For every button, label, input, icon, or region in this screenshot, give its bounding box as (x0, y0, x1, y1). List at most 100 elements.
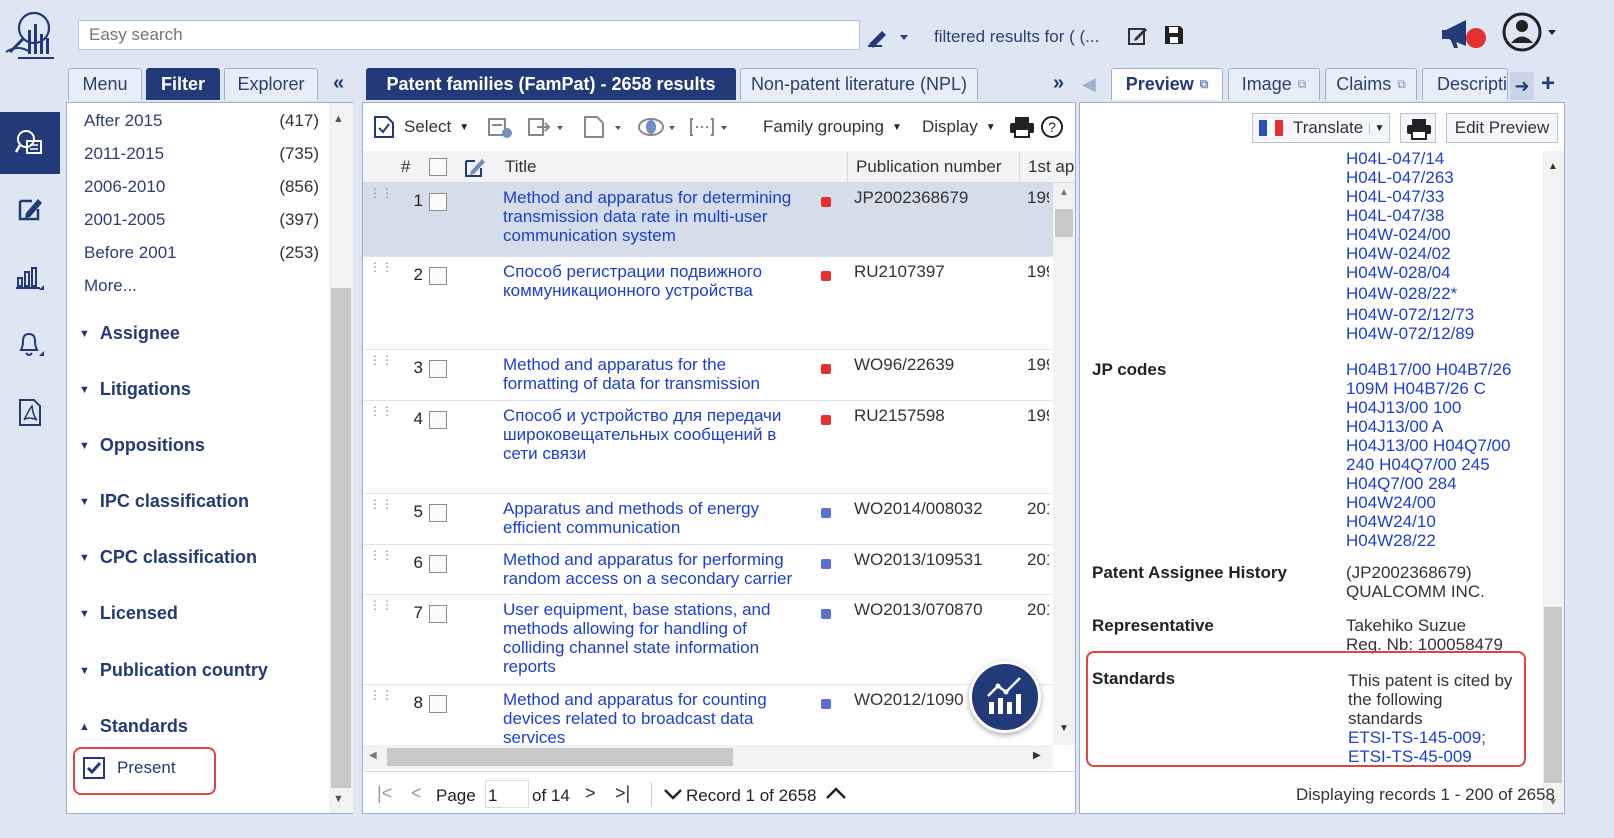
table-row[interactable]: ⋮⋮ 3 Method and apparatus for the formatti… (363, 350, 1053, 401)
filter-section-litigations[interactable]: ▼ Litigations (79, 379, 191, 400)
drag-handle-icon[interactable]: ⋮⋮ (369, 261, 393, 281)
help-icon[interactable]: ? (1040, 115, 1064, 139)
tab-filter[interactable]: Filter (146, 68, 220, 100)
drag-handle-icon[interactable]: ⋮⋮ (369, 689, 393, 709)
first-page-icon[interactable]: |< (377, 783, 392, 804)
filter-year-2001-2005[interactable]: 2001-2005 (397) (84, 210, 319, 230)
last-page-icon[interactable]: >| (615, 783, 630, 804)
highlighter-icon[interactable] (866, 26, 916, 48)
jp-code-link[interactable]: 109M H04B7/26 C (1346, 379, 1486, 398)
jp-code-link[interactable]: H04W28/22 (1346, 531, 1436, 550)
scroll-up-icon[interactable]: ▲ (333, 113, 344, 125)
row-checkbox[interactable] (429, 605, 447, 623)
tab-claims[interactable]: Claims ⧉ (1325, 68, 1417, 100)
tab-preview[interactable]: Preview ⧉ (1111, 68, 1223, 100)
display-dropdown[interactable]: Display ▼ (922, 117, 996, 137)
ipc-code-link[interactable]: H04W-072/12/73 (1346, 305, 1474, 324)
col-title-header[interactable]: Title (505, 157, 537, 177)
save-icon[interactable] (1163, 24, 1185, 46)
filter-year-before-2001[interactable]: Before 2001 (253) (84, 243, 319, 263)
chevron-down-icon[interactable]: ▼ (1369, 122, 1389, 134)
scroll-right-icon[interactable]: ▶ (1033, 750, 1041, 761)
collapse-left-icon[interactable]: « (333, 72, 344, 95)
family-grouping-dropdown[interactable]: Family grouping ▼ (763, 117, 902, 137)
table-row[interactable]: ⋮⋮ 1 Method and apparatus for determining … (363, 183, 1053, 257)
tab-fampat[interactable]: Patent families (FamPat) - 2658 results (366, 68, 736, 100)
add-to-folder-icon[interactable] (487, 115, 515, 139)
table-row[interactable]: ⋮⋮ 8 Method and apparatus for counting dev… (363, 685, 1053, 745)
jp-code-link[interactable]: H04J13/00 A (1346, 417, 1443, 436)
row-title-link[interactable]: Способ регистрации подвижного коммуникац… (503, 262, 803, 300)
filter-section-cpc[interactable]: ▼ CPC classification (79, 547, 257, 568)
table-row[interactable]: ⋮⋮ 6 Method and apparatus for performing r… (363, 545, 1053, 595)
ipc-code-link[interactable]: H04L-047/33 (1346, 187, 1444, 206)
row-title-link[interactable]: Method and apparatus for determining tra… (503, 188, 803, 245)
document-icon[interactable] (583, 115, 623, 139)
analytics-icon[interactable] (0, 246, 60, 308)
page-number-input[interactable]: 1 (485, 780, 529, 808)
ipc-code-link[interactable]: H04W-028/22* (1346, 284, 1457, 303)
ipc-code-link[interactable]: H04L-047/14 (1346, 151, 1444, 168)
row-checkbox[interactable] (429, 555, 447, 573)
table-row[interactable]: ⋮⋮ 4 Способ и устройство для передачи широ… (363, 401, 1053, 494)
pdf-export-icon[interactable] (0, 382, 60, 444)
next-record-icon[interactable] (663, 784, 683, 804)
scroll-up-icon[interactable]: ▲ (1548, 161, 1558, 172)
drag-handle-icon[interactable]: ⋮⋮ (369, 187, 393, 207)
results-vertical-scrollbar[interactable]: ▲ ▼ (1053, 183, 1075, 745)
app-logo-icon[interactable] (4, 8, 56, 62)
export-icon[interactable] (527, 115, 565, 139)
popout-icon[interactable]: ⧉ (1397, 77, 1406, 92)
tab-menu[interactable]: Menu (68, 68, 142, 100)
results-scroll-thumb[interactable] (1055, 209, 1073, 237)
jp-code-link[interactable]: H04W24/00 (1346, 493, 1436, 512)
filter-year-2011-2015[interactable]: 2011-2015 (735) (84, 144, 319, 164)
scroll-down-icon[interactable]: ▼ (1059, 723, 1069, 734)
toggle-view-icon[interactable] (637, 115, 677, 139)
row-title-link[interactable]: User equipment, base stations, and metho… (503, 600, 803, 676)
row-title-link[interactable]: Method and apparatus for counting device… (503, 690, 803, 745)
jp-code-link[interactable]: H04Q7/00 284 (1346, 474, 1457, 493)
jp-code-link[interactable]: 240 H04Q7/00 245 (1346, 455, 1490, 474)
row-checkbox[interactable] (429, 504, 447, 522)
filter-section-publication-country[interactable]: ▼ Publication country (79, 660, 268, 681)
col-pub-header[interactable]: Publication number (856, 157, 1002, 177)
preview-scrollbar[interactable]: ▲ ▼ (1542, 151, 1564, 813)
row-checkbox[interactable] (429, 267, 447, 285)
prev-record-icon[interactable] (825, 784, 847, 804)
search-input[interactable] (78, 20, 860, 50)
print-icon[interactable] (1009, 115, 1035, 139)
select-menu[interactable]: Select ▼ (373, 115, 469, 139)
analytics-fab-button[interactable] (969, 661, 1041, 733)
results-hscroll-thumb[interactable] (387, 748, 733, 766)
results-horizontal-scrollbar[interactable]: ◀ ▶ (363, 745, 1053, 769)
filter-section-licensed[interactable]: ▼ Licensed (79, 603, 178, 624)
scroll-up-icon[interactable]: ▲ (1059, 187, 1069, 198)
edit-query-icon[interactable] (1126, 24, 1150, 48)
expand-right-icon[interactable]: » (1053, 72, 1064, 95)
row-title-link[interactable]: Apparatus and methods of energy efficien… (503, 499, 803, 537)
row-checkbox[interactable] (429, 411, 447, 429)
tab-explorer[interactable]: Explorer (224, 68, 318, 100)
filter-year-after-2015[interactable]: After 2015 (417) (84, 111, 319, 131)
tab-image[interactable]: Image ⧉ (1228, 68, 1320, 100)
ipc-code-link[interactable]: H04L-047/38 (1346, 206, 1444, 225)
row-checkbox[interactable] (429, 695, 447, 713)
jp-code-link[interactable]: H04W24/10 (1346, 512, 1436, 531)
row-title-link[interactable]: Способ и устройство для передачи широков… (503, 406, 803, 463)
tab-npl[interactable]: Non-patent literature (NPL) (740, 68, 978, 100)
filter-section-standards[interactable]: ▲ Standards (79, 716, 188, 737)
preview-scroll-thumb[interactable] (1544, 607, 1562, 783)
next-tab-arrow-icon[interactable]: ➜ (1510, 72, 1534, 100)
prev-page-icon[interactable]: < (411, 783, 422, 804)
translate-button[interactable]: Translate ▼ (1252, 113, 1390, 143)
scroll-left-icon[interactable]: ◀ (369, 750, 377, 761)
row-checkbox[interactable] (429, 360, 447, 378)
scroll-down-icon[interactable]: ▼ (333, 793, 344, 805)
search-results-icon[interactable] (0, 112, 60, 174)
annotation-column-icon[interactable] (463, 156, 487, 178)
jp-code-link[interactable]: H04J13/00 100 (1346, 398, 1461, 417)
row-checkbox[interactable] (429, 193, 447, 211)
ipc-code-link[interactable]: H04W-028/04 (1346, 263, 1451, 282)
drag-handle-icon[interactable]: ⋮⋮ (369, 354, 393, 374)
